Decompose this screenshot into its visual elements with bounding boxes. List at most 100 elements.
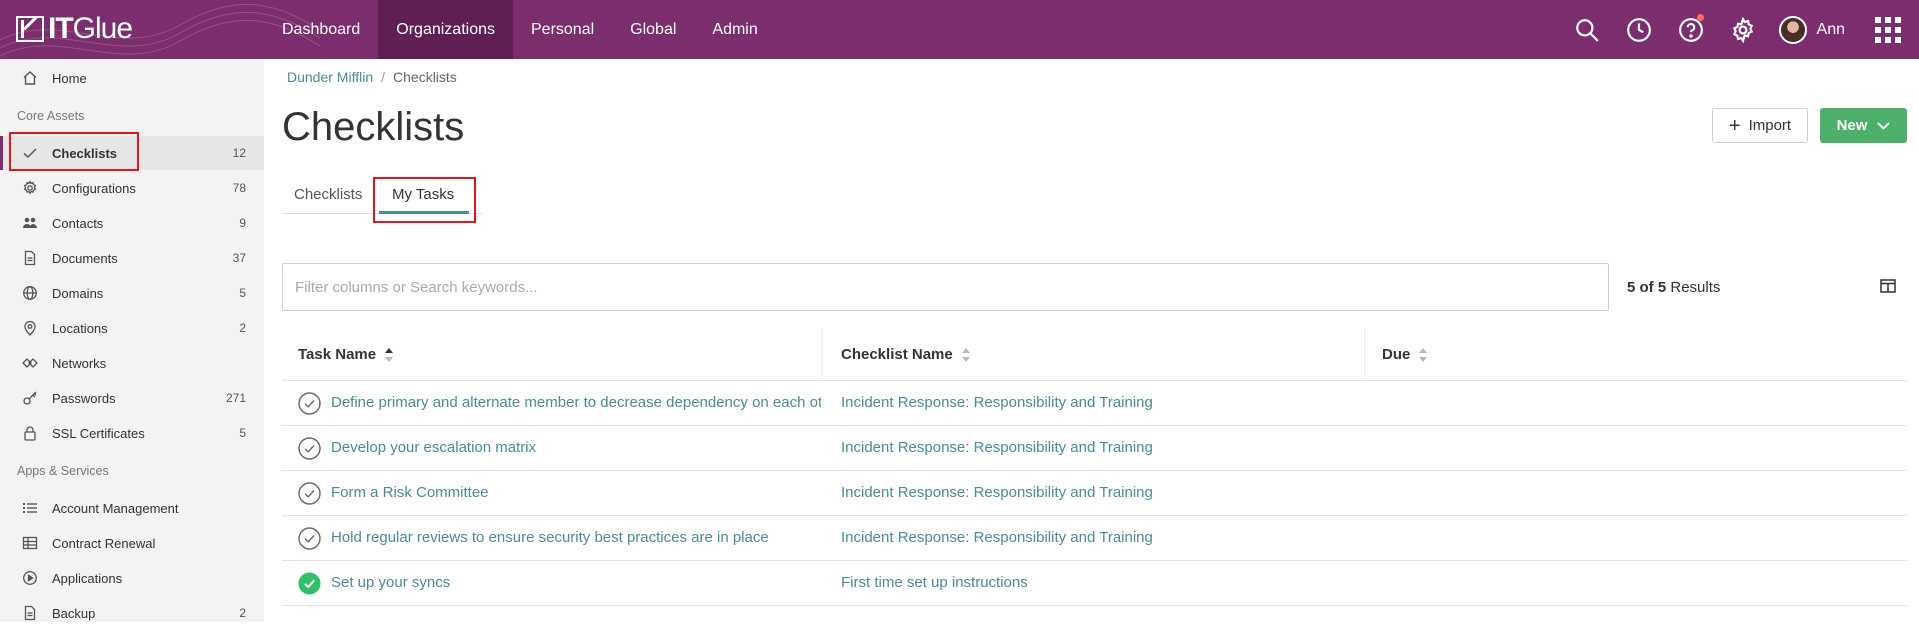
sidebar-item-applications[interactable]: Applications bbox=[0, 561, 264, 595]
sidebar-item-count: 5 bbox=[239, 426, 246, 440]
sidebar-item-locations[interactable]: Locations 2 bbox=[0, 311, 264, 345]
user-name: Ann bbox=[1816, 20, 1845, 38]
logo-text-regular: Glue bbox=[72, 12, 133, 45]
results-suffix: Results bbox=[1666, 279, 1721, 296]
table-row[interactable]: Hold regular reviews to ensure security … bbox=[282, 516, 1907, 561]
sidebar-item-documents[interactable]: Documents 37 bbox=[0, 241, 264, 275]
section-apps-services: Apps & Services bbox=[17, 464, 109, 478]
sidebar-item-count: 271 bbox=[225, 391, 246, 405]
column-toggle-icon[interactable] bbox=[1880, 279, 1896, 293]
task-incomplete-check-icon[interactable] bbox=[298, 527, 321, 550]
sidebar: Home Core Assets Checklists 12 Configura… bbox=[0, 59, 264, 622]
column-divider bbox=[1364, 328, 1365, 381]
column-header-due[interactable]: Due bbox=[1382, 346, 1428, 363]
table-header: Task Name Checklist Name Due bbox=[282, 328, 1907, 381]
tabs: Checklists My Tasks bbox=[282, 178, 482, 214]
checklist-name-link[interactable]: Incident Response: Responsibility and Tr… bbox=[841, 439, 1153, 456]
chevron-down-icon bbox=[1877, 121, 1891, 130]
top-navigation-bar: IT Glue Dashboard Organizations Personal… bbox=[0, 0, 1919, 59]
tab-checklists[interactable]: Checklists bbox=[294, 186, 362, 203]
nav-organizations[interactable]: Organizations bbox=[378, 0, 513, 59]
main-nav: Dashboard Organizations Personal Global … bbox=[264, 0, 776, 59]
new-button-label: New bbox=[1836, 117, 1868, 134]
table-row[interactable]: Develop your escalation matrix Incident … bbox=[282, 426, 1907, 471]
avatar bbox=[1778, 15, 1807, 44]
nav-dashboard[interactable]: Dashboard bbox=[264, 0, 378, 59]
column-header-label: Task Name bbox=[298, 346, 377, 363]
sidebar-item-checklists[interactable]: Checklists 12 bbox=[0, 136, 264, 170]
table-row[interactable]: Form a Risk Committee Incident Response:… bbox=[282, 471, 1907, 516]
task-incomplete-check-icon[interactable] bbox=[298, 392, 321, 415]
column-header-label: Checklist Name bbox=[841, 346, 953, 363]
import-button[interactable]: + Import bbox=[1712, 108, 1808, 143]
people-icon bbox=[22, 215, 38, 231]
gear-icon bbox=[22, 180, 38, 196]
column-header-checklist-name[interactable]: Checklist Name bbox=[841, 346, 971, 363]
task-incomplete-check-icon[interactable] bbox=[298, 437, 321, 460]
play-circle-icon bbox=[22, 570, 38, 586]
globe-icon bbox=[22, 285, 38, 301]
sidebar-item-account-management[interactable]: Account Management bbox=[0, 491, 264, 525]
sidebar-item-count: 37 bbox=[232, 251, 246, 265]
sidebar-item-networks[interactable]: Networks bbox=[0, 346, 264, 380]
sidebar-item-count: 12 bbox=[232, 146, 246, 160]
sidebar-item-label: Configurations bbox=[52, 180, 136, 196]
list-icon bbox=[22, 500, 38, 516]
task-name-link[interactable]: Form a Risk Committee bbox=[331, 484, 821, 501]
sidebar-item-home[interactable]: Home bbox=[0, 61, 264, 95]
task-name-link[interactable]: Develop your escalation matrix bbox=[331, 439, 821, 456]
sidebar-item-domains[interactable]: Domains 5 bbox=[0, 276, 264, 310]
logo-text-bold: IT bbox=[48, 12, 74, 45]
sidebar-item-label: Home bbox=[52, 70, 87, 86]
document-icon bbox=[22, 605, 38, 621]
table-row[interactable]: Define primary and alternate member to d… bbox=[282, 381, 1907, 426]
nav-global[interactable]: Global bbox=[612, 0, 694, 59]
sidebar-item-ssl-certificates[interactable]: SSL Certificates 5 bbox=[0, 416, 264, 450]
sidebar-item-passwords[interactable]: Passwords 271 bbox=[0, 381, 264, 415]
sidebar-item-contract-renewal[interactable]: Contract Renewal bbox=[0, 526, 264, 560]
sidebar-item-label: Contacts bbox=[52, 215, 104, 231]
task-incomplete-check-icon[interactable] bbox=[298, 482, 321, 505]
sidebar-item-label: Networks bbox=[52, 355, 107, 371]
sidebar-item-backup[interactable]: Backup 2 bbox=[0, 596, 264, 630]
task-name-link[interactable]: Define primary and alternate member to d… bbox=[331, 394, 821, 411]
help-icon[interactable] bbox=[1665, 0, 1717, 59]
gear-icon[interactable] bbox=[1717, 0, 1769, 59]
checklist-name-link[interactable]: Incident Response: Responsibility and Tr… bbox=[841, 394, 1153, 411]
checklist-name-link[interactable]: First time set up instructions bbox=[841, 574, 1028, 591]
apps-grid-icon[interactable] bbox=[1857, 0, 1919, 59]
table-row[interactable]: Set up your syncs First time set up inst… bbox=[282, 561, 1907, 606]
clock-icon[interactable] bbox=[1613, 0, 1665, 59]
column-header-task-name[interactable]: Task Name bbox=[298, 346, 394, 363]
nav-personal[interactable]: Personal bbox=[513, 0, 612, 59]
nav-admin[interactable]: Admin bbox=[694, 0, 775, 59]
sidebar-item-label: SSL Certificates bbox=[52, 425, 145, 441]
sidebar-item-configurations[interactable]: Configurations 78 bbox=[0, 171, 264, 205]
sidebar-item-count: 78 bbox=[232, 181, 246, 195]
sidebar-item-label: Contract Renewal bbox=[52, 535, 156, 551]
task-complete-check-icon[interactable] bbox=[298, 572, 321, 595]
import-button-label: Import bbox=[1748, 117, 1792, 134]
breadcrumb-org-link[interactable]: Dunder Mifflin bbox=[287, 69, 373, 85]
search-input[interactable] bbox=[282, 263, 1609, 311]
breadcrumb-separator: / bbox=[381, 69, 386, 85]
sidebar-item-count: 5 bbox=[239, 286, 246, 300]
sidebar-item-label: Domains bbox=[52, 285, 104, 301]
section-core-assets: Core Assets bbox=[17, 109, 85, 123]
checklist-name-link[interactable]: Incident Response: Responsibility and Tr… bbox=[841, 484, 1153, 501]
table-icon bbox=[22, 535, 38, 551]
sidebar-item-contacts[interactable]: Contacts 9 bbox=[0, 206, 264, 240]
new-button[interactable]: New bbox=[1820, 108, 1907, 143]
user-menu[interactable]: Ann bbox=[1769, 15, 1857, 44]
search-icon[interactable] bbox=[1561, 0, 1613, 59]
checklist-name-link[interactable]: Incident Response: Responsibility and Tr… bbox=[841, 529, 1153, 546]
notification-dot bbox=[1696, 14, 1704, 21]
document-icon bbox=[22, 250, 38, 266]
task-name-link[interactable]: Hold regular reviews to ensure security … bbox=[331, 529, 821, 546]
task-name-link[interactable]: Set up your syncs bbox=[331, 574, 821, 591]
sidebar-item-label: Backup bbox=[52, 605, 96, 621]
itglue-logo[interactable]: IT Glue bbox=[16, 12, 133, 46]
key-icon bbox=[22, 390, 38, 406]
tab-my-tasks[interactable]: My Tasks bbox=[392, 186, 454, 203]
network-icon bbox=[22, 355, 38, 371]
